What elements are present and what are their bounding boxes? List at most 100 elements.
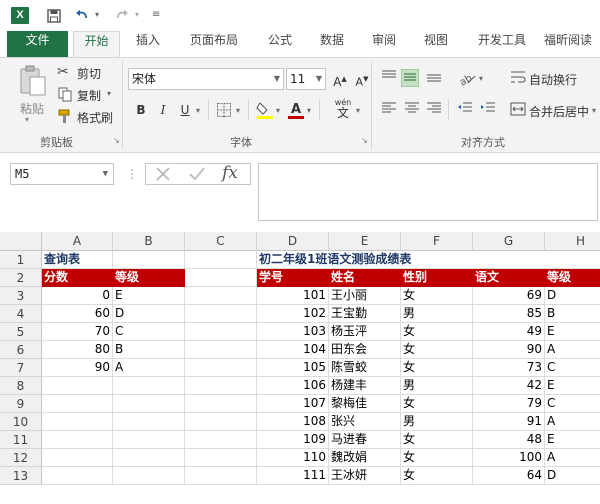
grade-cell[interactable]: C (545, 359, 600, 377)
empty-cell[interactable] (42, 377, 113, 395)
gender-cell[interactable]: 女 (401, 287, 473, 305)
empty-cell[interactable] (185, 377, 257, 395)
lookup-grade-cell[interactable]: D (113, 305, 185, 323)
student-name-cell[interactable]: 王小丽 (329, 287, 401, 305)
row-header[interactable]: 8 (0, 377, 42, 395)
row-header[interactable]: 4 (0, 305, 42, 323)
empty-cell[interactable] (185, 395, 257, 413)
borders-dropdown-icon[interactable]: ▾ (236, 106, 240, 115)
gender-cell[interactable]: 女 (401, 341, 473, 359)
tab-file[interactable]: 文件 (7, 31, 68, 57)
tab-view[interactable]: 视图 (412, 31, 460, 57)
empty-cell[interactable] (185, 269, 257, 287)
student-name-cell[interactable]: 陈雪蛟 (329, 359, 401, 377)
column-header-f[interactable]: F (401, 232, 473, 251)
row-header[interactable]: 2 (0, 269, 42, 287)
empty-cell[interactable] (185, 341, 257, 359)
chinese-score-cell[interactable]: 42 (473, 377, 545, 395)
student-id-cell[interactable]: 105 (257, 359, 329, 377)
decrease-font-size-icon[interactable]: A▼ (353, 70, 371, 89)
merge-dropdown-icon[interactable]: ▾ (592, 106, 596, 115)
italic-button[interactable]: I (154, 101, 172, 119)
row-header[interactable]: 1 (0, 251, 42, 269)
empty-cell[interactable] (42, 467, 113, 485)
grade-cell[interactable]: E (545, 323, 600, 341)
chinese-score-cell[interactable]: 49 (473, 323, 545, 341)
increase-indent-icon[interactable] (479, 101, 497, 119)
cancel-entry-icon[interactable] (153, 165, 173, 183)
empty-cell[interactable] (42, 449, 113, 467)
confirm-entry-icon[interactable] (187, 165, 207, 183)
grade-cell[interactable]: E (545, 431, 600, 449)
tab-page-layout[interactable]: 页面布局 (176, 31, 252, 57)
align-bottom-icon[interactable] (425, 69, 443, 87)
grade-table-header[interactable]: 性别 (401, 269, 473, 287)
chinese-score-cell[interactable]: 85 (473, 305, 545, 323)
grade-cell[interactable]: E (545, 377, 600, 395)
insert-function-icon[interactable]: fx (222, 163, 238, 183)
empty-cell[interactable] (185, 359, 257, 377)
student-name-cell[interactable]: 杨玉泙 (329, 323, 401, 341)
column-header-g[interactable]: G (473, 232, 545, 251)
student-id-cell[interactable]: 106 (257, 377, 329, 395)
formula-input[interactable] (258, 163, 598, 221)
gender-cell[interactable]: 女 (401, 359, 473, 377)
lookup-score-cell[interactable]: 0 (42, 287, 113, 305)
underline-dropdown-icon[interactable]: ▾ (196, 106, 200, 115)
lookup-score-cell[interactable]: 60 (42, 305, 113, 323)
font-name-combo[interactable]: 宋体 ▼ (128, 68, 284, 90)
student-id-cell[interactable]: 104 (257, 341, 329, 359)
font-size-combo[interactable]: 11 ▼ (286, 68, 326, 90)
row-header[interactable]: 5 (0, 323, 42, 341)
grade-cell[interactable]: C (545, 395, 600, 413)
orientation-dropdown-icon[interactable]: ▾ (479, 74, 483, 83)
column-header-d[interactable]: D (257, 232, 329, 251)
chinese-score-cell[interactable]: 73 (473, 359, 545, 377)
empty-cell[interactable] (42, 431, 113, 449)
row-header[interactable]: 13 (0, 467, 42, 485)
save-icon[interactable] (46, 8, 62, 24)
chinese-score-cell[interactable]: 69 (473, 287, 545, 305)
align-center-icon[interactable] (403, 101, 421, 119)
paste-button[interactable]: 粘贴 (20, 100, 44, 117)
student-name-cell[interactable]: 黎梅佳 (329, 395, 401, 413)
gender-cell[interactable]: 男 (401, 377, 473, 395)
column-header-a[interactable]: A (42, 232, 113, 251)
gender-cell[interactable]: 男 (401, 305, 473, 323)
format-painter-button[interactable]: 格式刷 (77, 109, 113, 126)
chinese-score-cell[interactable]: 90 (473, 341, 545, 359)
gender-cell[interactable]: 女 (401, 449, 473, 467)
tab-developer[interactable]: 开发工具 (464, 31, 540, 57)
empty-cell[interactable] (113, 395, 185, 413)
empty-cell[interactable] (185, 467, 257, 485)
student-id-cell[interactable]: 109 (257, 431, 329, 449)
grade-cell[interactable]: D (545, 467, 600, 485)
gender-cell[interactable]: 女 (401, 323, 473, 341)
tab-review[interactable]: 审阅 (360, 31, 408, 57)
empty-cell[interactable] (185, 323, 257, 341)
customize-quick-access-icon[interactable]: ≡ (152, 9, 160, 20)
undo-icon[interactable] (74, 8, 90, 24)
tab-formulas[interactable]: 公式 (256, 31, 304, 57)
empty-cell[interactable] (185, 305, 257, 323)
lookup-score-cell[interactable]: 80 (42, 341, 113, 359)
gender-cell[interactable]: 男 (401, 413, 473, 431)
empty-cell[interactable] (113, 377, 185, 395)
copy-dropdown-icon[interactable]: ▾ (107, 89, 111, 98)
grade-cell[interactable]: B (545, 305, 600, 323)
chinese-score-cell[interactable]: 48 (473, 431, 545, 449)
student-id-cell[interactable]: 102 (257, 305, 329, 323)
empty-cell[interactable] (185, 449, 257, 467)
column-header-c[interactable]: C (185, 232, 257, 251)
phonetic-dropdown-icon[interactable]: ▾ (356, 106, 360, 115)
column-header-b[interactable]: B (113, 232, 185, 251)
student-name-cell[interactable]: 王冰妍 (329, 467, 401, 485)
row-header[interactable]: 9 (0, 395, 42, 413)
empty-cell[interactable] (42, 395, 113, 413)
decrease-indent-icon[interactable] (456, 101, 474, 119)
grade-cell[interactable]: D (545, 287, 600, 305)
align-left-icon[interactable] (380, 101, 398, 119)
empty-cell[interactable] (113, 431, 185, 449)
fill-color-icon[interactable] (256, 100, 274, 120)
undo-dropdown-icon[interactable]: ▾ (95, 10, 99, 19)
